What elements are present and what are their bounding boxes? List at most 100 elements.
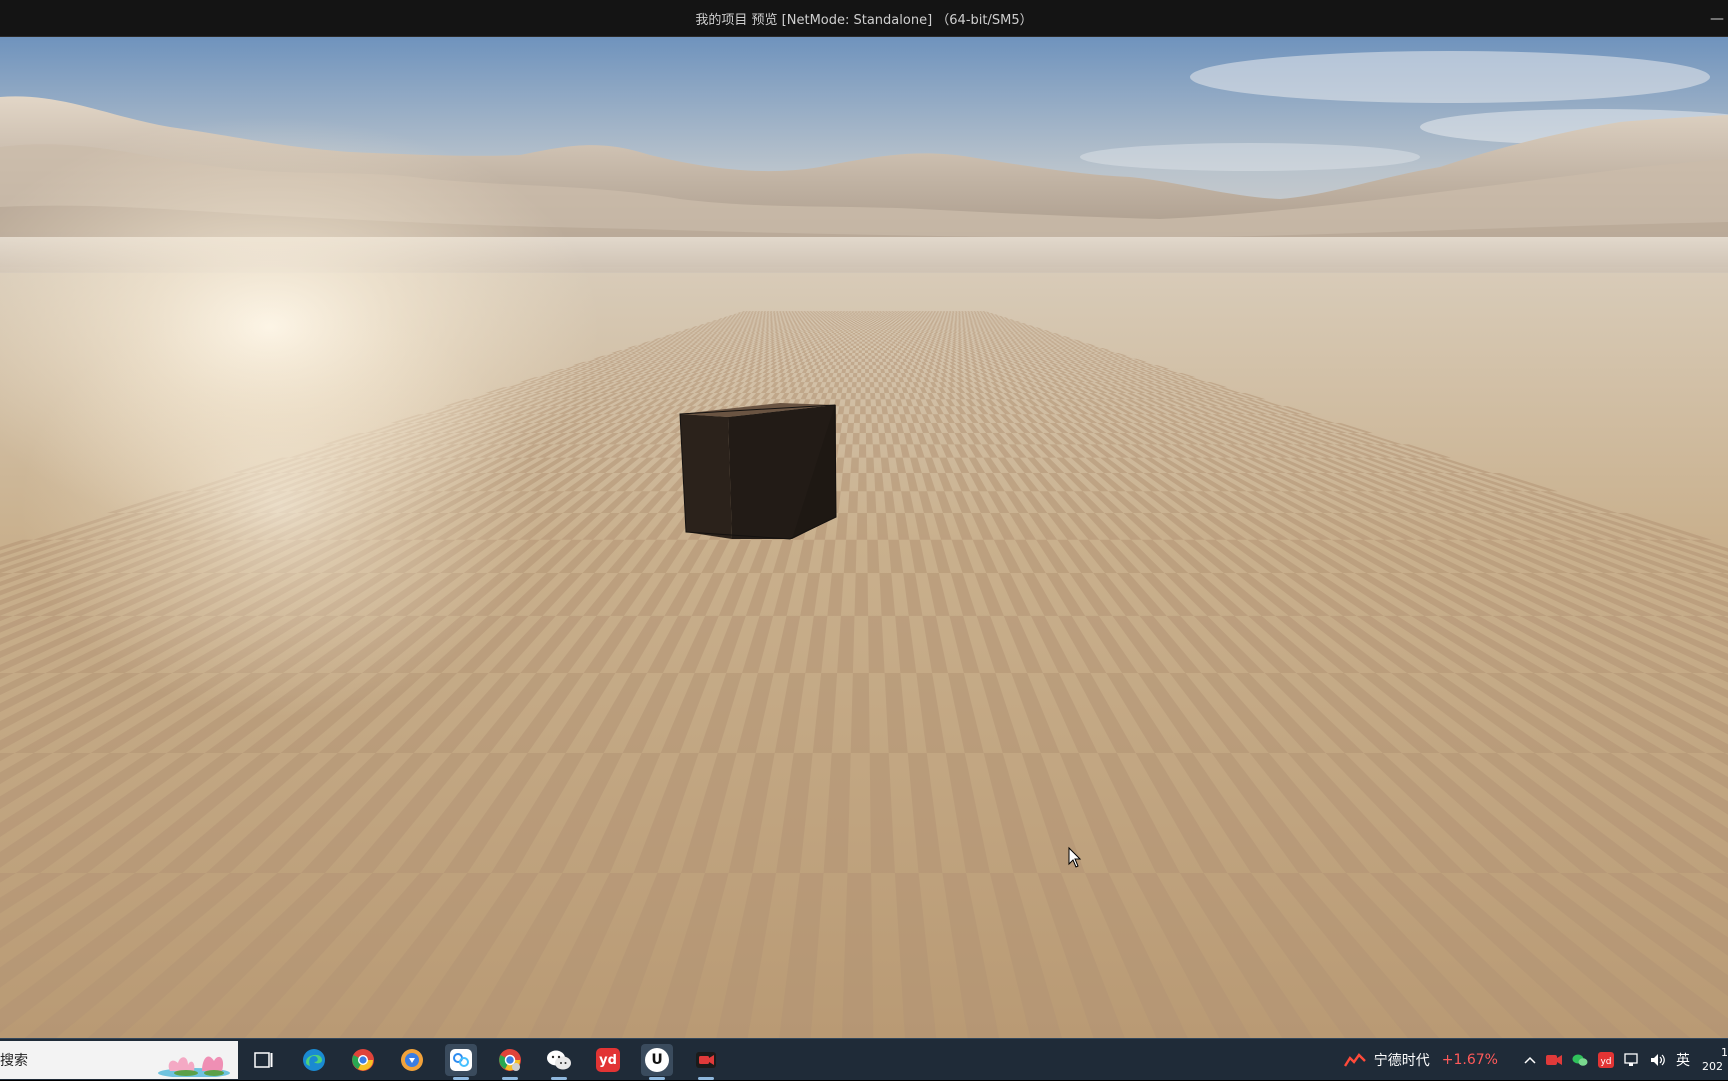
floor-tile: [853, 346, 856, 348]
floor-tile: [847, 321, 849, 322]
floor-tile: [858, 328, 860, 329]
floor-tile: [842, 323, 844, 324]
youdao-tray-icon[interactable]: yd: [1598, 1052, 1614, 1068]
network-icon[interactable]: [1624, 1053, 1640, 1067]
floor-tile: [856, 317, 858, 318]
floor-tile: [866, 316, 868, 317]
cube-actor[interactable]: [680, 403, 836, 539]
floor-tile: [883, 316, 885, 317]
stock-change[interactable]: +1.67%: [1442, 1052, 1498, 1068]
floor-tile: [876, 330, 879, 331]
floor-tile: [873, 369, 877, 373]
stock-trend-icon[interactable]: [1344, 1053, 1366, 1067]
browser-shield-icon[interactable]: [396, 1044, 428, 1076]
floor-tile: [876, 316, 878, 317]
floor-tile: [847, 336, 850, 338]
floor-tile: [869, 313, 871, 314]
floor-tile: [848, 324, 850, 325]
minimize-button[interactable]: —: [1706, 0, 1728, 37]
input-method-indicator[interactable]: 英: [1676, 1050, 1690, 1070]
youdao-icon[interactable]: yd: [592, 1044, 624, 1076]
floor-tile: [851, 314, 853, 315]
floor-tile: [863, 314, 865, 315]
floor-tile: [871, 346, 874, 348]
floor-tile: [865, 324, 867, 325]
floor-tile: [861, 322, 863, 323]
floor-tile: [860, 406, 866, 414]
stock-name[interactable]: 宁德时代: [1374, 1050, 1430, 1070]
screen-recorder-icon[interactable]: [690, 1044, 722, 1076]
floor-tile: [872, 333, 875, 335]
floor-tile: [856, 387, 861, 393]
floor-tile: [871, 350, 874, 353]
floor-tile: [861, 393, 866, 399]
floor-tile: [851, 315, 853, 316]
floor-tile: [852, 324, 854, 325]
floor-tile: [859, 317, 861, 318]
floor-tile: [865, 377, 869, 382]
taskbar-search-box[interactable]: 搜索: [0, 1041, 238, 1079]
floor-tile: [848, 359, 852, 362]
floor-tile: [866, 314, 868, 315]
floor-tile: [854, 328, 856, 329]
wechat-tray-icon[interactable]: [1572, 1053, 1588, 1067]
floor-tile: [876, 365, 880, 369]
floor-tile: [851, 362, 855, 365]
floor-tile: [854, 342, 857, 344]
floor-tile: [874, 377, 879, 382]
floor-tile: [857, 513, 868, 540]
chrome-icon[interactable]: [347, 1044, 379, 1076]
floor-tile: [843, 326, 846, 327]
chevron-up-icon[interactable]: [1524, 1056, 1536, 1064]
floor-tile: [862, 330, 864, 331]
floor-tile: [851, 344, 854, 346]
floor-tile: [859, 321, 861, 322]
floor-tile: [878, 317, 880, 318]
floor-tile: [861, 311, 863, 312]
floor-tile: [858, 330, 861, 331]
floor-tile: [872, 356, 876, 359]
floor-tile: [879, 313, 881, 314]
task-view-icon[interactable]: [248, 1044, 280, 1076]
floor-tile: [861, 312, 863, 313]
floor-tile: [865, 329, 867, 330]
floor-tile: [865, 315, 867, 316]
floor-tile: [867, 328, 869, 329]
edge-icon[interactable]: [298, 1044, 330, 1076]
floor-tile: [869, 365, 873, 369]
floor-tile: [867, 325, 869, 326]
floor-tile: [869, 312, 871, 313]
floor-tile: [843, 311, 845, 312]
floor-tile: [854, 312, 856, 313]
taskbar-clock[interactable]: 1 202: [1702, 1046, 1728, 1074]
floor-tile: [852, 319, 854, 320]
floor-tile: [871, 314, 873, 315]
floor-tile: [873, 326, 875, 327]
floor-tile: [845, 399, 851, 406]
game-viewport[interactable]: [0, 37, 1728, 1038]
floor-tile: [871, 323, 873, 324]
floor-tile: [860, 312, 862, 313]
recorder-tray-icon[interactable]: [1546, 1054, 1562, 1066]
window-title-bar[interactable]: 我的项目 预览 [NetMode: Standalone] （64-bit/SM…: [0, 0, 1728, 37]
floor-tile: [874, 387, 879, 393]
floor-tile: [851, 340, 854, 342]
floor-tile: [881, 333, 884, 335]
floor-tile: [877, 312, 879, 313]
floor-tile: [853, 313, 855, 314]
floor-tile: [845, 344, 848, 346]
floor-tile: [844, 324, 846, 325]
floor-tile: [872, 312, 874, 313]
volume-icon[interactable]: [1650, 1053, 1666, 1067]
floor-tile: [866, 458, 874, 473]
floor-tile: [863, 325, 865, 326]
baidu-netdisk-icon[interactable]: [445, 1044, 477, 1076]
floor-tile: [858, 325, 860, 326]
floor-tile: [850, 313, 852, 314]
floor-tile: [870, 342, 873, 344]
wechat-icon[interactable]: [543, 1044, 575, 1076]
unreal-engine-icon[interactable]: U: [641, 1044, 673, 1076]
floor-tile: [861, 373, 865, 377]
floor-tile: [866, 433, 873, 444]
chrome-user-icon[interactable]: [494, 1044, 526, 1076]
